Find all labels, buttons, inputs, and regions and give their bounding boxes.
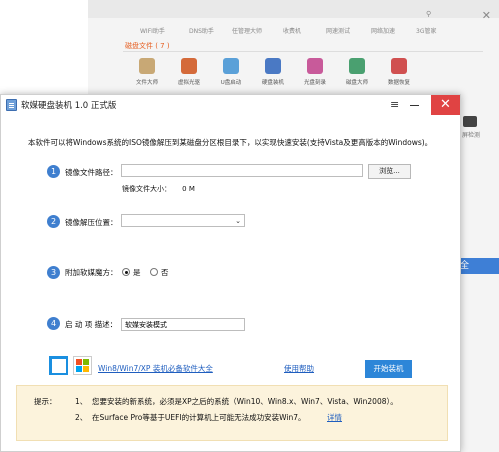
background-tool-item[interactable]: 硬盘装机 — [258, 58, 288, 96]
step-1-badge: 1 — [47, 165, 60, 178]
background-tool-item[interactable]: 磁盘大师 — [342, 58, 372, 96]
background-tool-item[interactable]: 数据恢复 — [384, 58, 414, 96]
background-tabs: WIFI助手 DNS助手 任管理大师 收费机 网速测试 网络加速 3G管家 — [96, 26, 496, 38]
start-install-button[interactable]: 开始装机 — [365, 360, 412, 378]
background-tool-label: 磁盘大师 — [345, 80, 368, 86]
browse-button[interactable]: 浏览... — [368, 164, 411, 179]
radio-yes[interactable] — [122, 268, 130, 276]
background-category-title: 磁盘文件 ( 7 ) — [125, 42, 170, 50]
background-tool-item[interactable]: U盘启动 — [216, 58, 246, 96]
hamburger-icon[interactable]: ≡ — [390, 99, 399, 111]
iso-size-value: 0 M — [182, 185, 195, 193]
background-search-icon[interactable]: ⚲ — [426, 10, 474, 23]
background-tool-icon — [223, 58, 239, 74]
installer-window: 软媒硬盘装机 1.0 正式版 ≡ ✕ 本软件可以将Windows系统的ISO镜像… — [0, 94, 461, 452]
boot-desc-input[interactable]: 软媒安装模式 — [121, 318, 245, 331]
software-collection-link[interactable]: Win8/Win7/XP 装机必备软件大全 — [98, 363, 213, 374]
background-tab[interactable]: 网络加速 — [371, 26, 395, 35]
background-blue-band: 全 — [458, 258, 499, 274]
radio-no[interactable] — [150, 268, 158, 276]
background-tool-item[interactable]: 虚拟光驱 — [174, 58, 204, 96]
step-4-badge: 4 — [47, 317, 60, 330]
background-tool-label: U盘启动 — [220, 80, 242, 86]
window-title: 软媒硬盘装机 1.0 正式版 — [21, 101, 117, 111]
background-close-icon[interactable]: ✕ — [482, 9, 491, 22]
step-3-badge: 3 — [47, 266, 60, 279]
background-tab[interactable]: 收费机 — [283, 26, 301, 35]
tips-heading: 提示： — [34, 397, 57, 406]
background-tab[interactable]: WIFI助手 — [140, 26, 165, 35]
tip-1-number: 1、 — [75, 397, 88, 406]
background-tool-label: 虚拟光驱 — [177, 80, 200, 86]
background-tab[interactable]: 任管理大师 — [232, 26, 262, 35]
background-right-tool-label: 屏检测 — [462, 132, 481, 139]
tip-2-text: 在Surface Pro等基于UEFI的计算机上可能无法成功安装Win7。 — [92, 413, 306, 422]
background-tool-icon — [349, 58, 365, 74]
iso-size-label: 镜像文件大小： — [122, 185, 171, 193]
background-tab[interactable]: 3G管家 — [416, 26, 436, 35]
extract-location-label: 镜像解压位置： — [65, 218, 118, 227]
description-text: 本软件可以将Windows系统的ISO镜像解压到某磁盘分区根目录下，以实现快速安… — [28, 138, 433, 147]
minimize-icon[interactable] — [410, 105, 419, 106]
radio-no-label: 否 — [161, 268, 169, 277]
background-tool-icon — [391, 58, 407, 74]
background-tab[interactable]: 网速测试 — [326, 26, 350, 35]
background-tool-icon — [307, 58, 323, 74]
windows-logo-icon[interactable] — [49, 356, 68, 375]
tip-2-number: 2、 — [75, 413, 88, 422]
background-tool-label: 文件大师 — [135, 80, 158, 86]
background-divider — [123, 51, 483, 52]
tip-1-text: 您要安装的新系统，必须是XP之后的系统（Win10、Win8.x、Win7、Vi… — [92, 397, 398, 406]
app-icon — [6, 99, 17, 111]
background-tool-item[interactable]: 文件大师 — [132, 58, 162, 96]
chevron-down-icon: ⌄ — [235, 217, 241, 225]
title-bar: 软媒硬盘装机 1.0 正式版 ≡ ✕ — [1, 95, 460, 116]
close-icon[interactable]: ✕ — [431, 95, 460, 115]
extract-location-select[interactable]: ⌄ — [121, 214, 245, 227]
windows-xp-logo-icon[interactable] — [73, 356, 92, 375]
background-tab[interactable]: DNS助手 — [189, 26, 214, 35]
background-tool-label: 硬盘装机 — [261, 80, 284, 86]
tips-box: 提示： 1、 您要安装的新系统，必须是XP之后的系统（Win10、Win8.x、… — [16, 385, 448, 441]
iso-size-row: 镜像文件大小： 0 M — [122, 184, 195, 194]
background-tool-label: 数据恢复 — [387, 80, 410, 86]
help-link[interactable]: 使用帮助 — [284, 363, 314, 374]
background-monitor-icon[interactable] — [463, 116, 477, 127]
iso-path-label: 镜像文件路径： — [65, 168, 118, 177]
background-tool-label: 光盘刻录 — [303, 80, 326, 86]
details-link[interactable]: 详情 — [327, 412, 342, 423]
background-tool-icon — [265, 58, 281, 74]
iso-path-input[interactable] — [121, 164, 363, 177]
background-tool-icon — [181, 58, 197, 74]
background-tool-item[interactable]: 光盘刻录 — [300, 58, 330, 96]
background-tool-icon — [139, 58, 155, 74]
boot-desc-label: 启 动 项 描述： — [65, 320, 118, 329]
radio-yes-label: 是 — [133, 268, 141, 277]
step-2-badge: 2 — [47, 215, 60, 228]
extra-cube-label: 附加软媒魔方： — [65, 268, 118, 277]
